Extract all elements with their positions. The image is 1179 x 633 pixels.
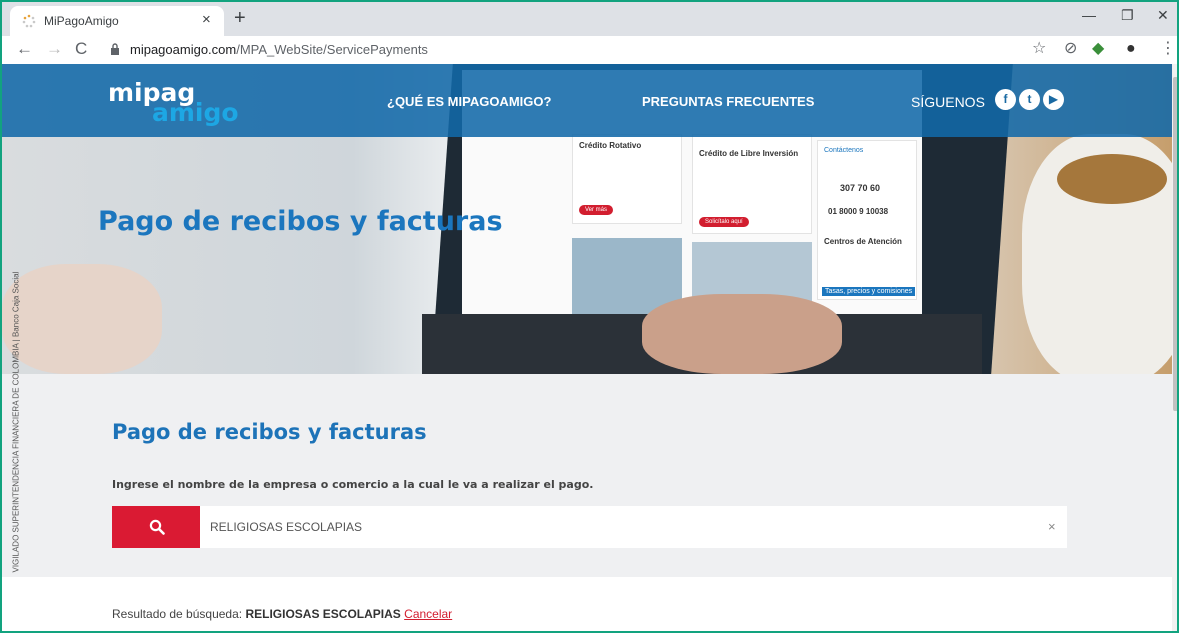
reload-icon[interactable]: C [75, 40, 87, 58]
forward-icon[interactable]: → [46, 40, 63, 58]
search-results: Resultado de búsqueda: RELIGIOSAS ESCOLA… [2, 577, 1172, 631]
screen-card-title: Crédito Rotativo [579, 141, 642, 150]
lock-icon [111, 43, 119, 55]
screen-card-button: Solicítalo aquí [699, 217, 749, 227]
screen-contact-panel: Contáctenos 307 70 60 01 8000 9 10038 Ce… [817, 140, 917, 300]
block-extension-icon[interactable]: ⊘ [1064, 40, 1077, 58]
search-button[interactable] [112, 506, 200, 548]
close-window-icon[interactable]: ✕ [1157, 7, 1169, 24]
page-content: Crédito Rotativo Ver más Crédito de Libr… [2, 64, 1172, 631]
twitter-icon[interactable]: t [1019, 89, 1040, 110]
nav-que-es[interactable]: ¿QUÉ ES MIPAGOAMIGO? [387, 94, 551, 109]
browser-window: MiPagoAmigo × + — ❐ ✕ ← → C mipagoamigo.… [0, 0, 1179, 633]
hero-title: Pago de recibos y facturas [98, 206, 503, 237]
clear-search-icon[interactable]: × [1048, 519, 1056, 534]
facebook-icon[interactable]: f [995, 89, 1016, 110]
screen-card-libre: Crédito de Libre Inversión Solicítalo aq… [692, 134, 812, 234]
screen-phone: 307 70 60 [840, 183, 881, 193]
company-search: × [112, 506, 1067, 548]
site-header: mipag amigo ¿QUÉ ES MIPAGOAMIGO? PREGUNT… [2, 64, 1172, 137]
page-title: Pago de recibos y facturas [112, 420, 427, 444]
hero-banner: Crédito Rotativo Ver más Crédito de Libr… [2, 64, 1172, 374]
profile-icon[interactable]: ● [1126, 40, 1136, 58]
new-tab-icon[interactable]: + [234, 8, 246, 28]
screen-centers: Centros de Atención [824, 237, 902, 246]
hero-hand-image [642, 294, 842, 374]
company-search-input[interactable] [208, 506, 1028, 548]
url-text: mipagoamigo.com/MPA_WebSite/ServicePayme… [130, 42, 428, 57]
extension-icon[interactable]: ◆ [1092, 40, 1104, 58]
tab-strip: MiPagoAmigo × + — ❐ ✕ [2, 2, 1177, 36]
browser-toolbar: ← → C mipagoamigo.com/MPA_WebSite/Servic… [2, 36, 1177, 64]
nav-preguntas-frecuentes[interactable]: PREGUNTAS FRECUENTES [642, 94, 814, 109]
close-tab-icon[interactable]: × [202, 11, 211, 28]
minimize-icon[interactable]: — [1082, 7, 1096, 23]
browser-tab[interactable]: MiPagoAmigo × [10, 6, 224, 36]
site-logo[interactable]: mipag amigo [108, 78, 248, 127]
screen-card-button: Ver más [579, 205, 614, 215]
menu-icon[interactable]: ⋮ [1160, 40, 1176, 58]
loading-icon [22, 14, 36, 28]
screen-phone: 01 8000 9 10038 [828, 207, 889, 216]
results-term: RELIGIOSAS ESCOLAPIAS [245, 607, 401, 621]
results-summary: Resultado de búsqueda: RELIGIOSAS ESCOLA… [112, 607, 452, 621]
back-icon[interactable]: ← [16, 40, 33, 58]
cancel-search-link[interactable]: Cancelar [404, 607, 452, 621]
address-bar[interactable]: mipagoamigo.com/MPA_WebSite/ServicePayme… [102, 38, 1062, 62]
social-label: SÍGUENOS [911, 94, 985, 110]
hero-coffee-image [1057, 154, 1167, 204]
screen-rates: Tasas, precios y comisiones [822, 287, 916, 296]
bookmark-star-icon[interactable]: ☆ [1032, 40, 1046, 58]
hero-hand-image [2, 264, 162, 374]
tab-title: MiPagoAmigo [44, 14, 119, 28]
logo-text-bottom: amigo [152, 98, 239, 127]
restore-icon[interactable]: ❐ [1121, 7, 1134, 24]
scrollbar-thumb[interactable] [1173, 77, 1177, 411]
vigilado-text: VIGILADO SUPERINTENDENCIA FINANCIERA DE … [11, 271, 21, 573]
screen-card-title: Crédito de Libre Inversión [699, 149, 799, 158]
youtube-icon[interactable]: ▶ [1043, 89, 1064, 110]
search-instruction: Ingrese el nombre de la empresa o comerc… [112, 478, 594, 491]
vigilado-badge: VIGILADO SUPERINTENDENCIA FINANCIERA DE … [8, 271, 22, 576]
screen-card-rotativo: Crédito Rotativo Ver más [572, 134, 682, 224]
results-label: Resultado de búsqueda: [112, 607, 243, 621]
screen-contact-title: Contáctenos [824, 147, 864, 154]
search-icon [149, 519, 165, 535]
